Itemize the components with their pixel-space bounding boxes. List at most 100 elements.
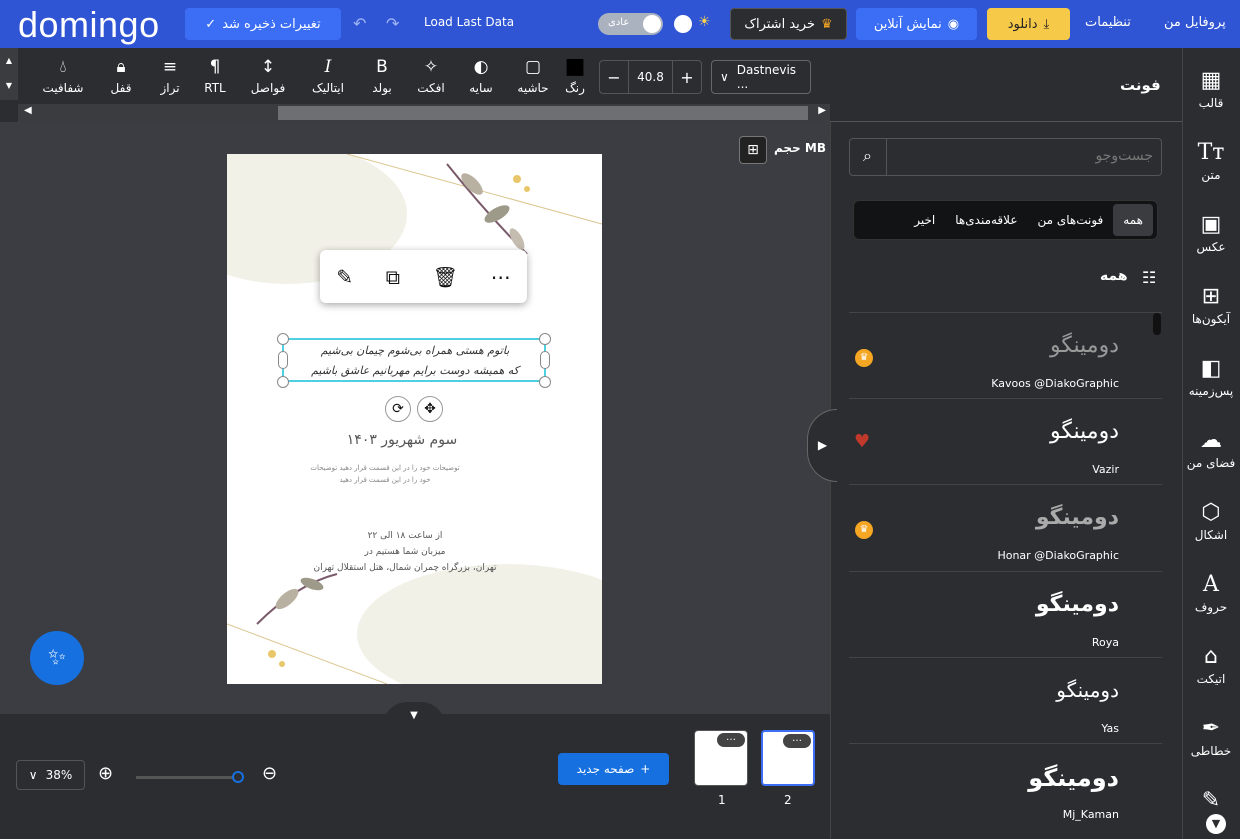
page-number: 2 bbox=[784, 793, 792, 807]
resize-handle[interactable] bbox=[539, 333, 551, 345]
font-list-item[interactable]: ♥ دومینگو Vazir bbox=[849, 398, 1162, 484]
tab-all[interactable]: همه bbox=[1113, 204, 1153, 236]
edit-icon[interactable]: ✎ bbox=[336, 265, 353, 289]
trash-icon[interactable]: 🗑︎ bbox=[433, 265, 458, 289]
resize-handle[interactable] bbox=[539, 376, 551, 388]
preview-button[interactable]: نمایش آنلاین ◉ bbox=[856, 8, 977, 40]
rail-my-space[interactable]: ☁ فضای من bbox=[1182, 426, 1240, 470]
more-icon[interactable]: ⋯ bbox=[491, 265, 511, 289]
rail-icons[interactable]: ⊞ آیکون‌ها bbox=[1182, 282, 1240, 326]
save-status-button[interactable]: ✓ تغییرات ذخیره شد bbox=[185, 8, 341, 40]
download-button[interactable]: دانلود ⤓ bbox=[987, 8, 1070, 40]
undo-icon[interactable]: ↶ bbox=[353, 14, 366, 33]
subscribe-button[interactable]: خرید اشتراک ♛ bbox=[730, 8, 847, 40]
redo-icon[interactable]: ↷ bbox=[386, 14, 399, 33]
move-icon[interactable]: ✥ bbox=[417, 396, 443, 422]
tool-border[interactable]: ▢ حاشیه bbox=[508, 56, 558, 95]
mode-toggle[interactable]: عادی bbox=[598, 13, 663, 35]
rail-calligraphy[interactable]: ✒ خطاطی bbox=[1182, 714, 1240, 758]
rail-text[interactable]: Tт متن bbox=[1182, 138, 1240, 182]
font-name: Honar @DiakoGraphic bbox=[997, 549, 1119, 562]
font-list-item[interactable]: دومینگو Yas bbox=[849, 657, 1162, 743]
minus-icon[interactable]: − bbox=[600, 68, 628, 87]
theme-toggle[interactable]: ☀ bbox=[672, 13, 718, 35]
arrow-right-icon[interactable]: ▶ bbox=[818, 105, 826, 116]
rail-letters[interactable]: A حروف bbox=[1182, 570, 1240, 614]
rail-template[interactable]: ▦ قالب bbox=[1182, 66, 1240, 110]
font-size-value[interactable]: 40.8 bbox=[628, 60, 673, 94]
tool-align[interactable]: ≡ تراز bbox=[145, 56, 195, 95]
font-list-item[interactable]: دومینگو Mj_Kaman bbox=[849, 743, 1162, 829]
cloud-upload-icon: ☁ bbox=[1200, 428, 1222, 453]
arrow-left-icon[interactable]: ◀ bbox=[24, 105, 32, 116]
font-list-item[interactable]: ♛ دومینگو Kavoos @DiakoGraphic bbox=[849, 312, 1162, 398]
zoom-select[interactable]: ∨ 38% bbox=[16, 760, 85, 790]
rail-shapes[interactable]: ⬡ اشکال bbox=[1182, 498, 1240, 542]
rotate-icon[interactable]: ⟳ bbox=[385, 396, 411, 422]
page-thumbnail[interactable]: … bbox=[694, 730, 748, 786]
plus-icon[interactable]: + bbox=[673, 68, 701, 87]
zoom-out-icon[interactable]: ⊖ bbox=[262, 763, 277, 784]
pen-icon: ✎ bbox=[1201, 788, 1221, 813]
rail-background[interactable]: ◧ پس‌زمینه bbox=[1182, 354, 1240, 398]
tool-shadow[interactable]: ◐ سایه bbox=[456, 56, 506, 95]
tab-recent[interactable]: اخیر bbox=[904, 204, 945, 236]
more-icon[interactable]: … bbox=[717, 733, 745, 747]
tool-spacing[interactable]: ↕ فواصل bbox=[243, 56, 293, 95]
calculator-icon[interactable]: ⊞ bbox=[739, 136, 767, 164]
page-thumbnail-active[interactable]: … bbox=[761, 730, 815, 786]
heart-icon[interactable]: ♥ bbox=[854, 431, 870, 452]
resize-handle[interactable] bbox=[277, 333, 289, 345]
new-page-button[interactable]: صفحه جدید + bbox=[558, 753, 669, 785]
tool-lock[interactable]: 🔒︎ قفل bbox=[96, 56, 146, 95]
arrow-down-icon[interactable]: ▼ bbox=[0, 81, 18, 90]
font-search-input[interactable] bbox=[893, 146, 1153, 166]
tab-my-fonts[interactable]: فونت‌های من bbox=[1027, 204, 1113, 236]
font-family-select[interactable]: ∨ Dastnevis ... bbox=[711, 60, 811, 94]
font-list-item[interactable]: ♛ دومینگو Honar @DiakoGraphic bbox=[849, 484, 1162, 570]
design-page[interactable] bbox=[227, 154, 602, 684]
load-last-data-link[interactable]: Load Last Data bbox=[424, 15, 514, 29]
rail-scroll-down-icon[interactable]: ▼ bbox=[1206, 814, 1226, 834]
resize-handle[interactable] bbox=[278, 351, 288, 369]
tool-italic[interactable]: I ایتالیک bbox=[303, 56, 353, 95]
font-size-stepper[interactable]: − 40.8 + bbox=[599, 60, 702, 94]
rail-draw[interactable]: ✎ bbox=[1182, 786, 1240, 816]
font-list-item[interactable]: دومینگو Roya bbox=[849, 571, 1162, 657]
more-icon[interactable]: … bbox=[783, 734, 811, 748]
rail-label: عکس bbox=[1196, 240, 1226, 254]
profile-link[interactable]: پروفایل من bbox=[1164, 15, 1226, 30]
font-name: Vazir bbox=[1092, 463, 1119, 476]
arrow-up-icon[interactable]: ▲ bbox=[0, 56, 18, 65]
panel-scrollbar[interactable] bbox=[1153, 313, 1161, 335]
mode-label: عادی bbox=[608, 17, 630, 28]
settings-link[interactable]: تنظیمات bbox=[1085, 15, 1131, 30]
tool-rtl[interactable]: ¶ RTL bbox=[190, 56, 240, 95]
toolbar-scroll-arrows[interactable]: ▲ ▼ bbox=[0, 48, 18, 100]
grid-icon: ⊞ bbox=[1201, 284, 1221, 309]
description-text[interactable]: توضیحات خود را در این قسمت قرار دهید توض… bbox=[310, 462, 460, 486]
event-date-text[interactable]: سوم شهریور ۱۴۰۳ bbox=[327, 432, 477, 448]
rail-photo[interactable]: ▣ عکس bbox=[1182, 210, 1240, 254]
tool-bold[interactable]: B بولد bbox=[357, 56, 407, 95]
duplicate-icon[interactable]: ⧉ bbox=[386, 265, 400, 289]
zoom-slider[interactable] bbox=[136, 776, 238, 779]
tab-favorites[interactable]: علاقه‌مندی‌ها bbox=[945, 204, 1027, 236]
tool-opacity[interactable]: 💧︎ شفافیت bbox=[38, 56, 88, 95]
address-line: تهران، بزرگراه چمران شمال، هتل استقلال ت… bbox=[313, 563, 497, 573]
search-icon[interactable]: ⌕ bbox=[849, 138, 887, 176]
resize-handle[interactable] bbox=[540, 351, 550, 369]
lock-icon: 🔒︎ bbox=[116, 57, 126, 77]
text-icon: Tт bbox=[1197, 140, 1225, 165]
time-and-address-text[interactable]: از ساعت ۱۸ الی ۲۲ میزبان شما هستیم در ته… bbox=[290, 528, 520, 576]
rail-label: آیکون‌ها bbox=[1191, 312, 1231, 326]
tool-effect[interactable]: ✧ افکت bbox=[406, 56, 456, 95]
resize-handle[interactable] bbox=[277, 376, 289, 388]
rail-label-tag[interactable]: ⌂ اتیکت bbox=[1182, 642, 1240, 686]
zoom-in-icon[interactable]: ⊕ bbox=[98, 763, 113, 784]
magic-wand-button[interactable]: ✨︎ bbox=[30, 631, 84, 685]
zoom-slider-knob[interactable] bbox=[232, 771, 244, 783]
toolbar-horizontal-scrollbar[interactable]: ◀ ▶ bbox=[18, 104, 830, 122]
rail-label: فضای من bbox=[1186, 456, 1236, 470]
scrollbar-thumb[interactable] bbox=[278, 106, 808, 120]
